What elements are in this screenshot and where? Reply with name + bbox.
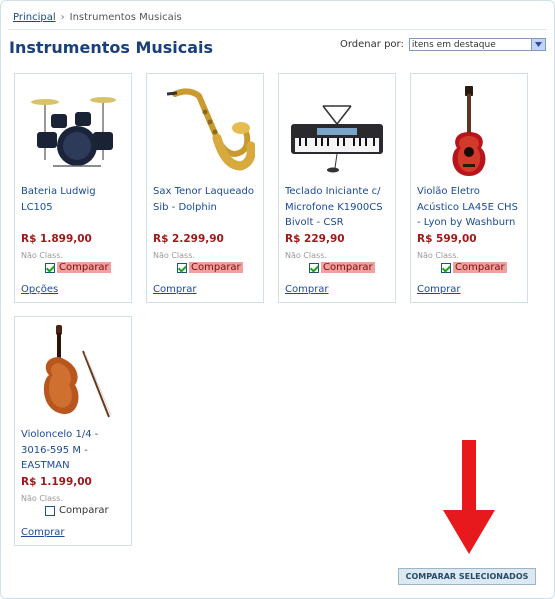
buy-link[interactable]: Comprar [417, 284, 461, 295]
page-title: Instrumentos Musicais [9, 38, 214, 57]
compare-label[interactable]: Comparar [189, 262, 243, 273]
compare-option[interactable]: Comparar [441, 262, 507, 273]
product-price: R$ 229,90 [285, 233, 345, 245]
compare-option[interactable]: Comparar [45, 262, 111, 273]
product-card: Bateria Ludwig LC105 R$ 1.899,00 Não Cla… [14, 73, 132, 303]
product-card: Violão Eletro Acústico LA45E CHS - Lyon … [410, 73, 528, 303]
guitar-image[interactable] [419, 80, 519, 180]
product-card: Sax Tenor Laqueado Sib - Dolphin R$ 2.29… [146, 73, 264, 303]
product-rating: Não Class. [21, 251, 63, 260]
compare-selected-button[interactable]: COMPARAR SELECIONADOS [398, 568, 536, 585]
compare-checkbox[interactable] [177, 262, 187, 273]
product-name-link[interactable]: Violoncelo 1/4 - 3016-595 M - EASTMAN [21, 427, 127, 474]
breadcrumb-home-link[interactable]: Principal [13, 12, 56, 23]
product-rating: Não Class. [417, 251, 459, 260]
compare-checkbox[interactable] [45, 262, 55, 273]
sort-select[interactable]: itens em destaque [408, 38, 546, 51]
options-link[interactable]: Opções [21, 284, 58, 295]
product-card: Teclado Iniciante c/ Microfone K1900CS B… [278, 73, 396, 303]
breadcrumb-separator: › [60, 12, 65, 23]
product-price: R$ 2.299,90 [153, 233, 224, 245]
compare-label[interactable]: Comparar [321, 262, 375, 273]
product-name-link[interactable]: Sax Tenor Laqueado Sib - Dolphin [153, 184, 259, 215]
product-rating: Não Class. [153, 251, 195, 260]
product-card: Violoncelo 1/4 - 3016-595 M - EASTMAN R$… [14, 316, 132, 546]
product-name-link[interactable]: Bateria Ludwig LC105 [21, 184, 127, 215]
compare-label[interactable]: Comparar [453, 262, 507, 273]
cello-image[interactable] [23, 323, 123, 423]
sort-control: Ordenar por: itens em destaque [340, 38, 546, 51]
product-price: R$ 1.199,00 [21, 476, 92, 488]
product-rating: Não Class. [285, 251, 327, 260]
product-name-link[interactable]: Teclado Iniciante c/ Microfone K1900CS B… [285, 184, 391, 231]
product-price: R$ 599,00 [417, 233, 477, 245]
saxophone-image[interactable] [155, 80, 256, 180]
keyboard-image[interactable] [287, 80, 387, 180]
compare-option[interactable]: Comparar [177, 262, 243, 273]
compare-checkbox[interactable] [309, 262, 319, 273]
product-name-link[interactable]: Violão Eletro Acústico LA45E CHS - Lyon … [417, 184, 523, 231]
product-price: R$ 1.899,00 [21, 233, 92, 245]
sort-label: Ordenar por: [340, 39, 404, 50]
chevron-down-icon[interactable] [530, 39, 545, 50]
compare-label[interactable]: Comparar [57, 505, 111, 516]
compare-option[interactable]: Comparar [45, 505, 111, 516]
compare-checkbox[interactable] [441, 262, 451, 273]
drum-kit-image[interactable] [23, 80, 123, 180]
product-rating: Não Class. [21, 494, 63, 503]
compare-label[interactable]: Comparar [57, 262, 111, 273]
buy-link[interactable]: Comprar [21, 527, 65, 538]
breadcrumb-current: Instrumentos Musicais [69, 12, 182, 23]
header-divider [8, 29, 547, 30]
compare-checkbox[interactable] [45, 505, 55, 516]
arrow-down-icon [443, 440, 495, 554]
sort-selected-value: itens em destaque [411, 40, 496, 50]
buy-link[interactable]: Comprar [285, 284, 329, 295]
breadcrumb: Principal › Instrumentos Musicais [13, 12, 182, 23]
compare-option[interactable]: Comparar [309, 262, 375, 273]
buy-link[interactable]: Comprar [153, 284, 197, 295]
